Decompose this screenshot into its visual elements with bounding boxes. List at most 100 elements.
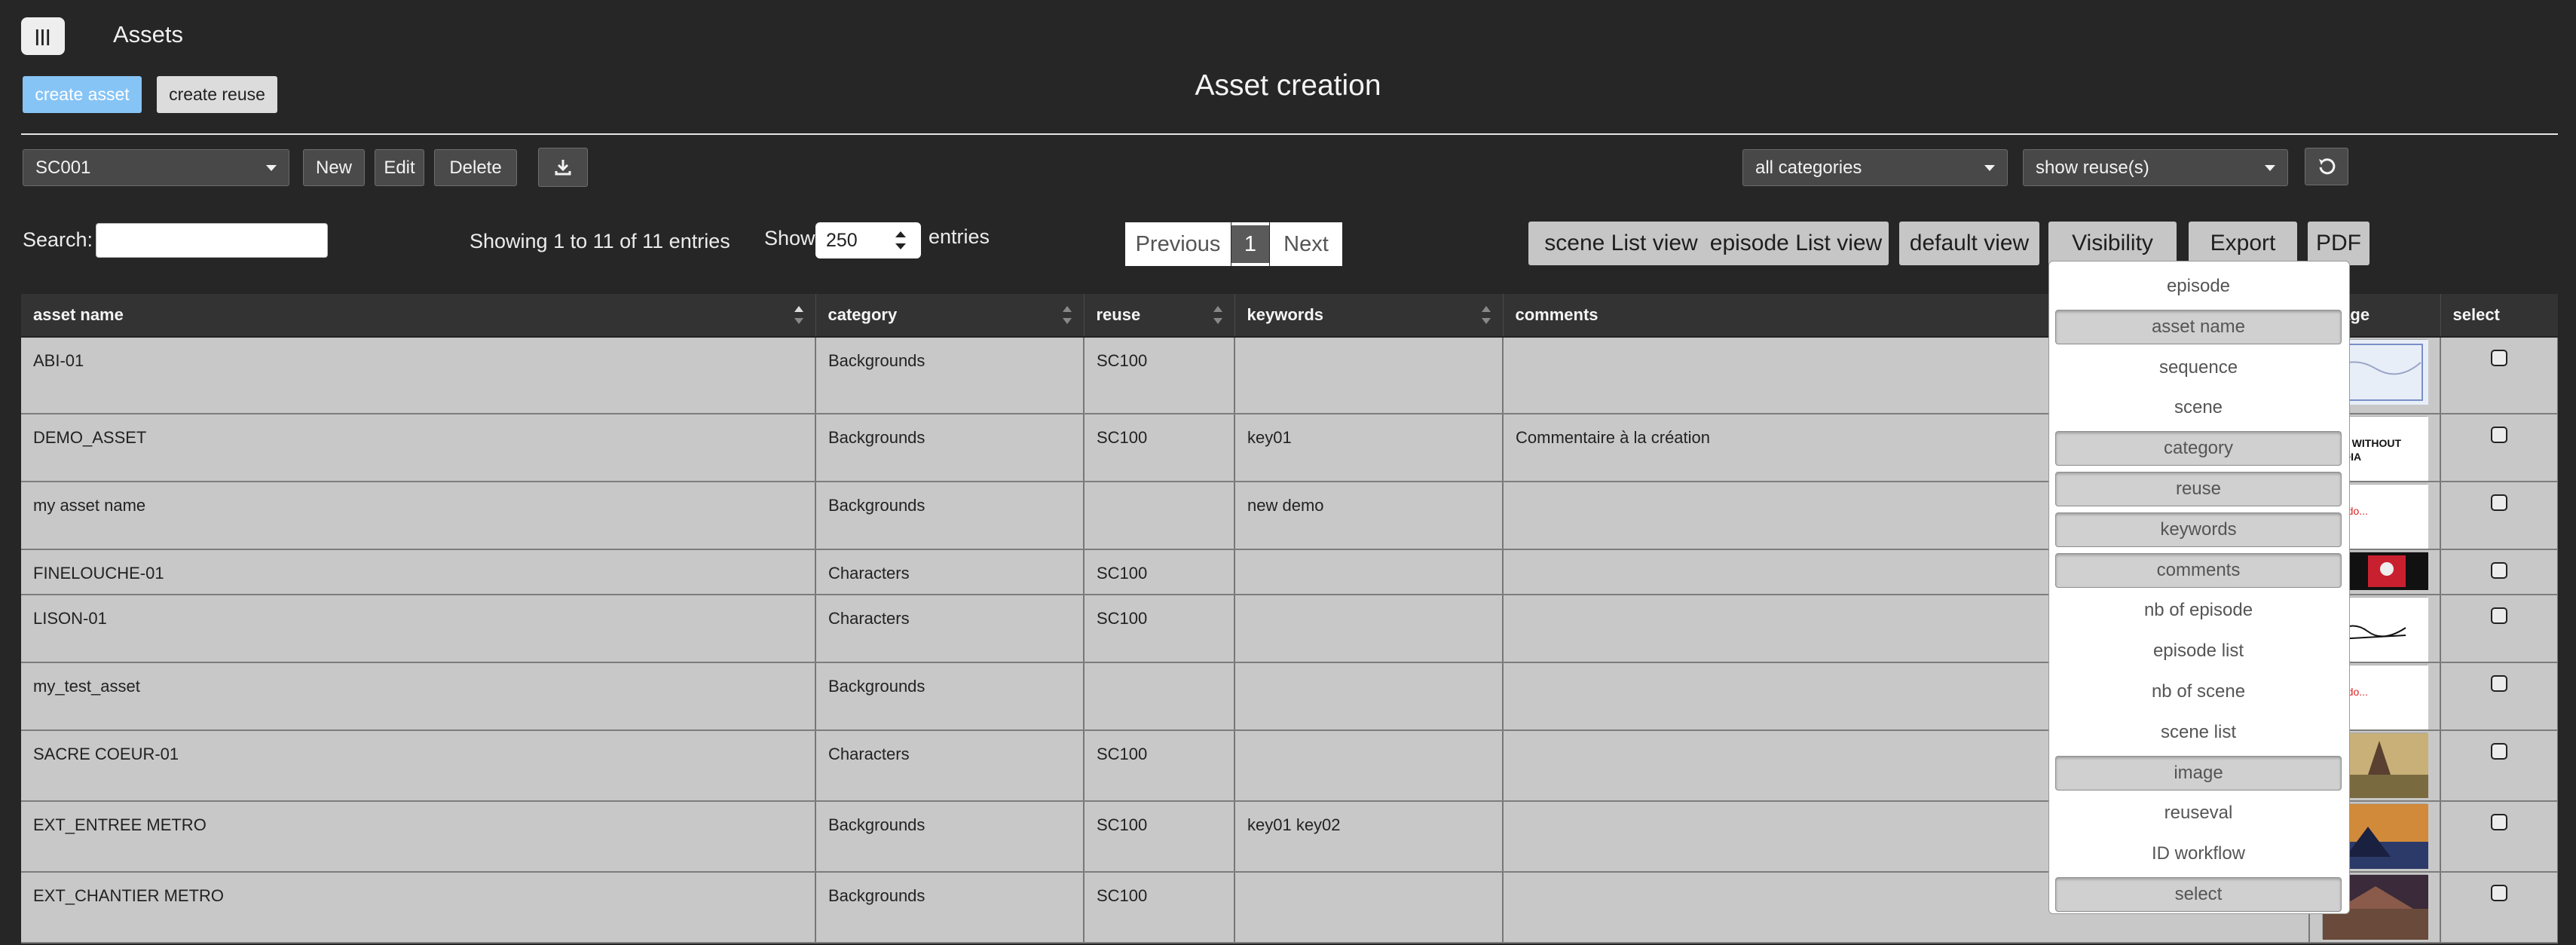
cell-keywords — [1234, 549, 1504, 595]
cell-keywords — [1234, 872, 1504, 943]
visibility-option-keywords[interactable]: keywords — [2055, 512, 2342, 547]
visibility-option-reuseval[interactable]: reuseval — [2055, 796, 2342, 830]
cell-select — [2440, 595, 2558, 663]
row-select-checkbox[interactable] — [2491, 607, 2507, 624]
cell-asset-name: FINELOUCHE-01 — [21, 549, 816, 595]
column-header-category[interactable]: category — [815, 294, 1085, 338]
column-header-select[interactable]: select — [2440, 294, 2558, 338]
reuse-filter-value: show reuse(s) — [2036, 157, 2149, 178]
visibility-option-episode[interactable]: episode — [2055, 269, 2342, 304]
visibility-option-category[interactable]: category — [2055, 431, 2342, 466]
cell-asset-name: my_test_asset — [21, 662, 816, 731]
row-select-checkbox[interactable] — [2491, 562, 2507, 579]
reset-button[interactable] — [2305, 148, 2348, 185]
episode-list-view-button[interactable]: episode List view — [1703, 222, 1889, 265]
entries-label: entries — [929, 225, 990, 248]
cell-asset-name: EXT_ENTREE METRO — [21, 801, 816, 873]
cell-keywords — [1234, 595, 1504, 663]
new-button[interactable]: New — [303, 149, 365, 186]
cell-reuse: SC100 — [1084, 337, 1235, 414]
page-length-value: 250 — [826, 229, 858, 251]
export-button[interactable]: Export — [2189, 222, 2297, 265]
category-filter-select[interactable]: all categories — [1742, 149, 2008, 186]
chevron-down-icon — [2265, 164, 2275, 171]
pdf-button[interactable]: PDF — [2308, 222, 2369, 265]
cell-asset-name: LISON-01 — [21, 595, 816, 663]
row-select-checkbox[interactable] — [2491, 427, 2507, 443]
page-1-button[interactable]: 1 — [1231, 222, 1269, 266]
cell-select — [2440, 549, 2558, 595]
cell-reuse: SC100 — [1084, 414, 1235, 482]
sort-icon — [794, 304, 803, 326]
visibility-option-scene-list[interactable]: scene list — [2055, 715, 2342, 750]
page-length-select[interactable]: 250 — [815, 222, 921, 258]
row-select-checkbox[interactable] — [2491, 743, 2507, 760]
create-reuse-button[interactable]: create reuse — [157, 76, 277, 113]
cell-reuse: SC100 — [1084, 549, 1235, 595]
visibility-option-image[interactable]: image — [2055, 755, 2342, 791]
cell-category: Backgrounds — [815, 872, 1085, 943]
column-header-keywords[interactable]: keywords — [1234, 294, 1504, 338]
cell-reuse: SC100 — [1084, 801, 1235, 873]
row-select-checkbox[interactable] — [2491, 494, 2507, 511]
visibility-option-comments[interactable]: comments — [2055, 552, 2342, 588]
cell-keywords: new demo — [1234, 482, 1504, 550]
entries-info: Showing 1 to 11 of 11 entries — [470, 230, 730, 252]
cell-keywords: key01 — [1234, 414, 1504, 482]
row-select-checkbox[interactable] — [2491, 885, 2507, 901]
cell-select — [2440, 337, 2558, 414]
row-select-checkbox[interactable] — [2491, 350, 2507, 366]
cell-keywords — [1234, 662, 1504, 731]
visibility-option-asset-name[interactable]: asset name — [2055, 309, 2342, 344]
cell-select — [2440, 662, 2558, 731]
scene-select[interactable]: SC001 — [23, 149, 289, 186]
chevron-down-icon — [266, 164, 277, 171]
visibility-option-nb-of-episode[interactable]: nb of episode — [2055, 593, 2342, 628]
row-select-checkbox[interactable] — [2491, 814, 2507, 830]
cell-category: Characters — [815, 595, 1085, 663]
edit-button[interactable]: Edit — [375, 149, 424, 186]
chevron-down-icon — [1984, 164, 1995, 171]
page-title: Asset creation — [1195, 69, 1381, 102]
visibility-option-scene[interactable]: scene — [2055, 390, 2342, 425]
next-page-button[interactable]: Next — [1270, 222, 1342, 266]
visibility-option-episode-list[interactable]: episode list — [2055, 634, 2342, 668]
menu-toggle-button[interactable]: ||| — [21, 17, 65, 55]
sort-icon — [1213, 304, 1222, 326]
create-asset-button[interactable]: create asset — [23, 76, 142, 113]
visibility-option-sequence[interactable]: sequence — [2055, 350, 2342, 385]
cell-category: Backgrounds — [815, 801, 1085, 873]
visibility-option-id-workflow[interactable]: ID workflow — [2055, 836, 2342, 871]
cell-category: Backgrounds — [815, 482, 1085, 550]
visibility-option-nb-of-scene[interactable]: nb of scene — [2055, 674, 2342, 709]
cell-select — [2440, 801, 2558, 873]
cell-keywords — [1234, 730, 1504, 802]
delete-button[interactable]: Delete — [434, 149, 517, 186]
spinner-icon — [895, 230, 906, 251]
row-select-checkbox[interactable] — [2491, 675, 2507, 692]
cell-asset-name: EXT_CHANTIER METRO — [21, 872, 816, 943]
cell-category: Backgrounds — [815, 337, 1085, 414]
previous-page-button[interactable]: Previous — [1125, 222, 1231, 266]
sort-icon — [1062, 304, 1072, 326]
cell-reuse: SC100 — [1084, 872, 1235, 943]
visibility-option-select[interactable]: select — [2055, 877, 2342, 912]
reuse-filter-select[interactable]: show reuse(s) — [2023, 149, 2288, 186]
default-view-button[interactable]: default view — [1899, 222, 2039, 265]
visibility-option-reuse[interactable]: reuse — [2055, 472, 2342, 506]
cell-asset-name: ABI-01 — [21, 337, 816, 414]
cell-asset-name: my asset name — [21, 482, 816, 550]
column-header-asset-name[interactable]: asset name — [21, 294, 816, 338]
download-button[interactable] — [538, 148, 588, 187]
scene-list-view-button[interactable]: scene List view — [1528, 222, 1714, 265]
app-title: Assets — [113, 21, 184, 47]
cell-select — [2440, 482, 2558, 550]
cell-select — [2440, 414, 2558, 482]
category-filter-value: all categories — [1755, 157, 1862, 178]
cell-reuse: SC100 — [1084, 730, 1235, 802]
visibility-button[interactable]: Visibility — [2048, 222, 2177, 265]
cell-category: Characters — [815, 730, 1085, 802]
search-input[interactable] — [96, 223, 328, 258]
cell-select — [2440, 730, 2558, 802]
column-header-reuse[interactable]: reuse — [1084, 294, 1235, 338]
